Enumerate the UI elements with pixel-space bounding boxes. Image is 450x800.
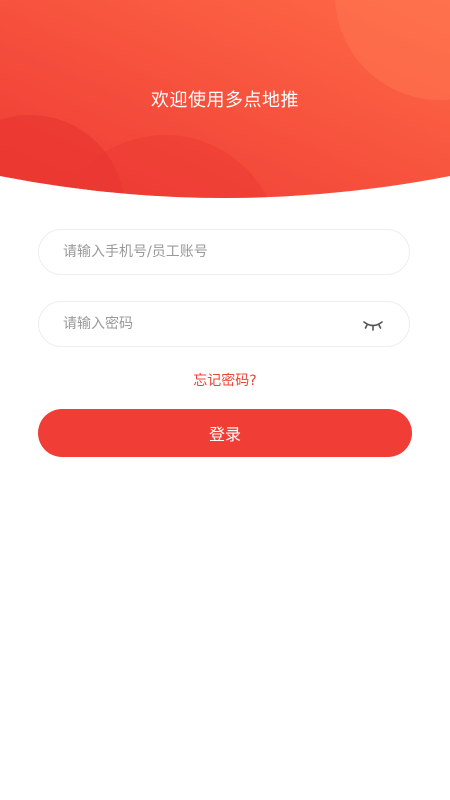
account-input[interactable] bbox=[63, 230, 363, 274]
header-banner: 欢迎使用多点地推 bbox=[0, 0, 450, 200]
welcome-title: 欢迎使用多点地推 bbox=[151, 90, 299, 111]
forgot-password-link[interactable]: 忘记密码? bbox=[0, 370, 450, 390]
password-input[interactable] bbox=[63, 302, 363, 346]
eye-closed-icon[interactable] bbox=[361, 317, 385, 333]
login-screen: 欢迎使用多点地推 忘记密码? 登录 bbox=[0, 0, 450, 800]
login-button[interactable]: 登录 bbox=[38, 409, 412, 457]
password-field[interactable] bbox=[38, 301, 410, 347]
account-field[interactable] bbox=[38, 229, 410, 275]
